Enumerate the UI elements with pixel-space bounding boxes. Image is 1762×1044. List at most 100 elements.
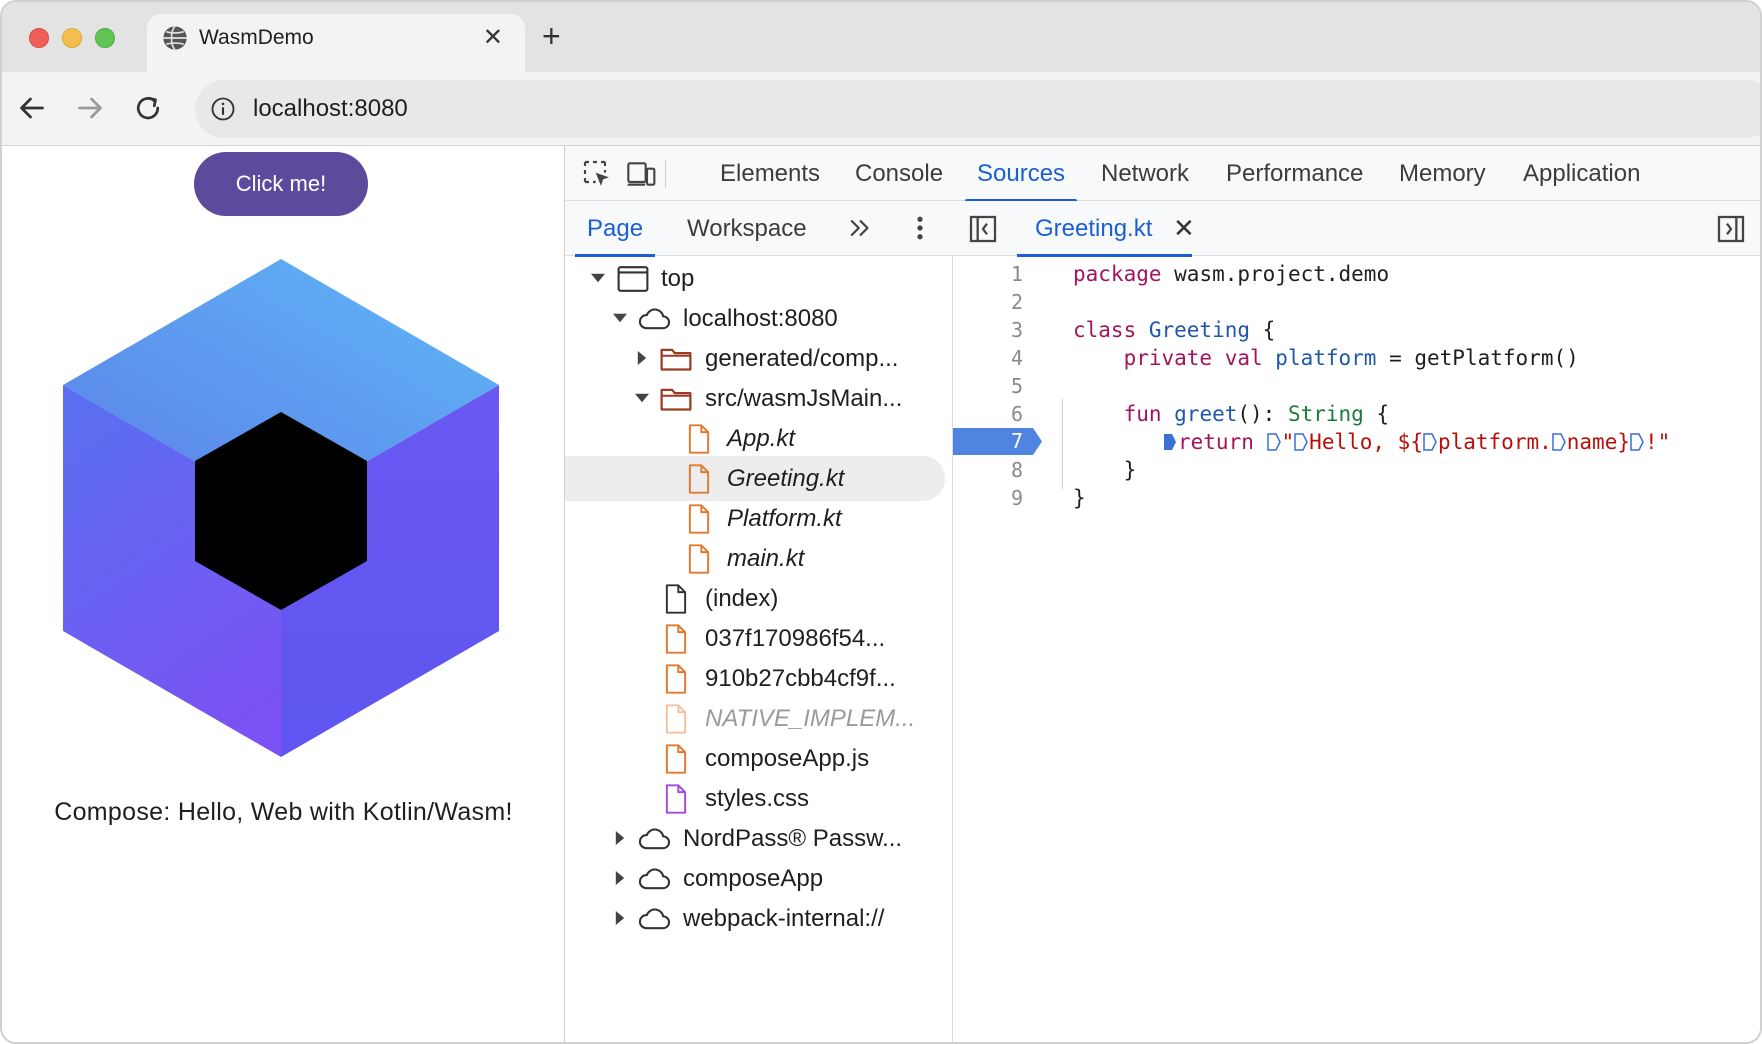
toolbar-divider xyxy=(665,160,666,188)
file-icon xyxy=(665,704,687,734)
collapse-arrow-icon[interactable] xyxy=(613,831,627,845)
tab-network[interactable]: Network xyxy=(1101,146,1189,201)
maximize-window-button[interactable] xyxy=(95,28,115,48)
close-file-icon[interactable]: ✕ xyxy=(1173,211,1195,245)
tab-sources[interactable]: Sources xyxy=(964,146,1078,202)
minimize-window-button[interactable] xyxy=(62,28,82,48)
tree-item-composeapp[interactable]: composeApp xyxy=(565,856,953,901)
file-icon xyxy=(665,624,687,654)
tree-item-greeting-kt[interactable]: Greeting.kt xyxy=(565,456,945,501)
kotlin-wasm-logo xyxy=(63,259,499,757)
tree-item-label: Platform.kt xyxy=(727,505,842,532)
file-icon xyxy=(688,504,710,534)
tab-elements[interactable]: Elements xyxy=(720,146,820,201)
tree-item-label: App.kt xyxy=(727,425,796,452)
tree-item-910b[interactable]: 910b27cbb4cf9f... xyxy=(565,656,953,701)
inline-breakpoint-icon[interactable] xyxy=(1266,433,1281,451)
code-line: } xyxy=(1073,458,1137,482)
page-viewport: Click me! Compose: Hello, Web with Kotli… xyxy=(2,146,565,1042)
tree-item-label: src/wasmJsMain... xyxy=(705,385,903,412)
browser-tab[interactable]: WasmDemo ✕ xyxy=(147,14,525,72)
device-toolbar-icon[interactable] xyxy=(625,158,657,190)
tree-item-composeapp-js[interactable]: composeApp.js xyxy=(565,736,953,781)
line-number[interactable]: 5 xyxy=(953,371,1043,402)
new-tab-button[interactable]: + xyxy=(542,18,561,54)
frame-icon xyxy=(617,266,649,292)
tree-item-label: Greeting.kt xyxy=(727,465,845,492)
tab-workspace[interactable]: Workspace xyxy=(687,201,807,256)
line-number[interactable]: 4 xyxy=(953,343,1043,374)
line-number[interactable]: 1 xyxy=(953,259,1043,290)
tab-application[interactable]: Application xyxy=(1523,146,1640,201)
tree-item-index[interactable]: (index) xyxy=(565,576,953,621)
close-window-button[interactable] xyxy=(29,28,49,48)
expand-arrow-icon[interactable] xyxy=(635,391,649,405)
inline-breakpoint-icon[interactable] xyxy=(1294,433,1309,451)
address-bar[interactable]: localhost:8080 xyxy=(195,80,1760,138)
line-number[interactable]: 8 xyxy=(953,455,1043,486)
tree-item-src[interactable]: src/wasmJsMain... xyxy=(565,376,953,421)
line-number[interactable]: 6 xyxy=(953,399,1043,430)
toggle-debugger-icon[interactable] xyxy=(1715,213,1747,245)
tree-item-native-impl[interactable]: NATIVE_IMPLEM... xyxy=(565,696,953,741)
file-icon xyxy=(665,744,687,774)
tab-memory[interactable]: Memory xyxy=(1399,146,1486,201)
inline-breakpoint-icon[interactable] xyxy=(1552,433,1566,451)
tree-item-app-kt[interactable]: App.kt xyxy=(565,416,953,461)
file-icon xyxy=(688,424,710,454)
indent-guide xyxy=(1062,399,1063,489)
collapse-arrow-icon[interactable] xyxy=(613,911,627,925)
cloud-icon xyxy=(638,308,671,330)
breakpoint-marker[interactable]: 7 xyxy=(953,428,1043,455)
more-options-icon[interactable] xyxy=(914,213,926,243)
tree-item-styles-css[interactable]: styles.css xyxy=(565,776,953,821)
inline-breakpoint-icon[interactable] xyxy=(1423,433,1437,451)
editor-tab-bar: Greeting.kt ✕ xyxy=(953,201,1760,257)
expand-arrow-icon[interactable] xyxy=(591,271,605,285)
tab-close-icon[interactable]: ✕ xyxy=(483,23,503,53)
tree-item-generated[interactable]: generated/comp... xyxy=(565,336,953,381)
folder-icon xyxy=(660,348,692,371)
info-icon[interactable] xyxy=(209,95,237,123)
execution-marker-icon[interactable] xyxy=(1163,433,1177,451)
forward-icon[interactable] xyxy=(72,90,108,126)
tab-title: WasmDemo xyxy=(199,26,314,49)
more-tabs-icon[interactable] xyxy=(845,213,875,243)
tree-item-main-kt[interactable]: main.kt xyxy=(565,536,953,581)
tree-item-037f[interactable]: 037f170986f54... xyxy=(565,616,953,661)
file-icon xyxy=(665,584,687,614)
tree-item-platform-kt[interactable]: Platform.kt xyxy=(565,496,953,541)
tree-item-label: localhost:8080 xyxy=(683,305,838,332)
code-line: } xyxy=(1073,486,1086,510)
tab-page[interactable]: Page xyxy=(574,201,656,257)
line-number[interactable]: 9 xyxy=(953,483,1043,514)
file-icon xyxy=(665,784,687,814)
tab-console[interactable]: Console xyxy=(855,146,943,201)
inline-breakpoint-icon[interactable] xyxy=(1630,433,1644,451)
click-me-button[interactable]: Click me! xyxy=(194,152,368,216)
collapse-arrow-icon[interactable] xyxy=(635,351,649,365)
tree-item-label: composeApp.js xyxy=(705,745,870,772)
tab-performance[interactable]: Performance xyxy=(1226,146,1363,201)
file-tab-greeting-kt[interactable]: Greeting.kt xyxy=(1016,201,1193,257)
code-line: class Greeting { xyxy=(1073,318,1276,342)
inspect-element-icon[interactable] xyxy=(581,158,613,190)
sources-navigator: Page Workspace top localhost:8080 genera… xyxy=(565,201,953,1042)
tree-item-localhost[interactable]: localhost:8080 xyxy=(565,296,953,341)
collapse-arrow-icon[interactable] xyxy=(613,871,627,885)
tree-item-top[interactable]: top xyxy=(565,256,953,301)
source-editor: Greeting.kt ✕ 1 2 3 4 5 6 7 8 9 package … xyxy=(953,201,1760,1042)
cloud-icon xyxy=(638,868,671,890)
tab-strip: WasmDemo ✕ + xyxy=(2,2,1760,72)
back-icon[interactable] xyxy=(14,90,50,126)
toggle-navigator-icon[interactable] xyxy=(967,213,999,245)
reload-icon[interactable] xyxy=(130,90,166,126)
line-number[interactable]: 3 xyxy=(953,315,1043,346)
tree-item-label: styles.css xyxy=(705,785,810,812)
tree-item-label: generated/comp... xyxy=(705,345,899,372)
expand-arrow-icon[interactable] xyxy=(613,311,627,325)
tree-item-webpack-internal[interactable]: webpack-internal:// xyxy=(565,896,953,941)
line-number[interactable]: 2 xyxy=(953,287,1043,318)
tree-item-nordpass[interactable]: NordPass® Passw... xyxy=(565,816,953,861)
devtools-tab-bar: Elements Console Sources Network Perform… xyxy=(565,146,1760,202)
